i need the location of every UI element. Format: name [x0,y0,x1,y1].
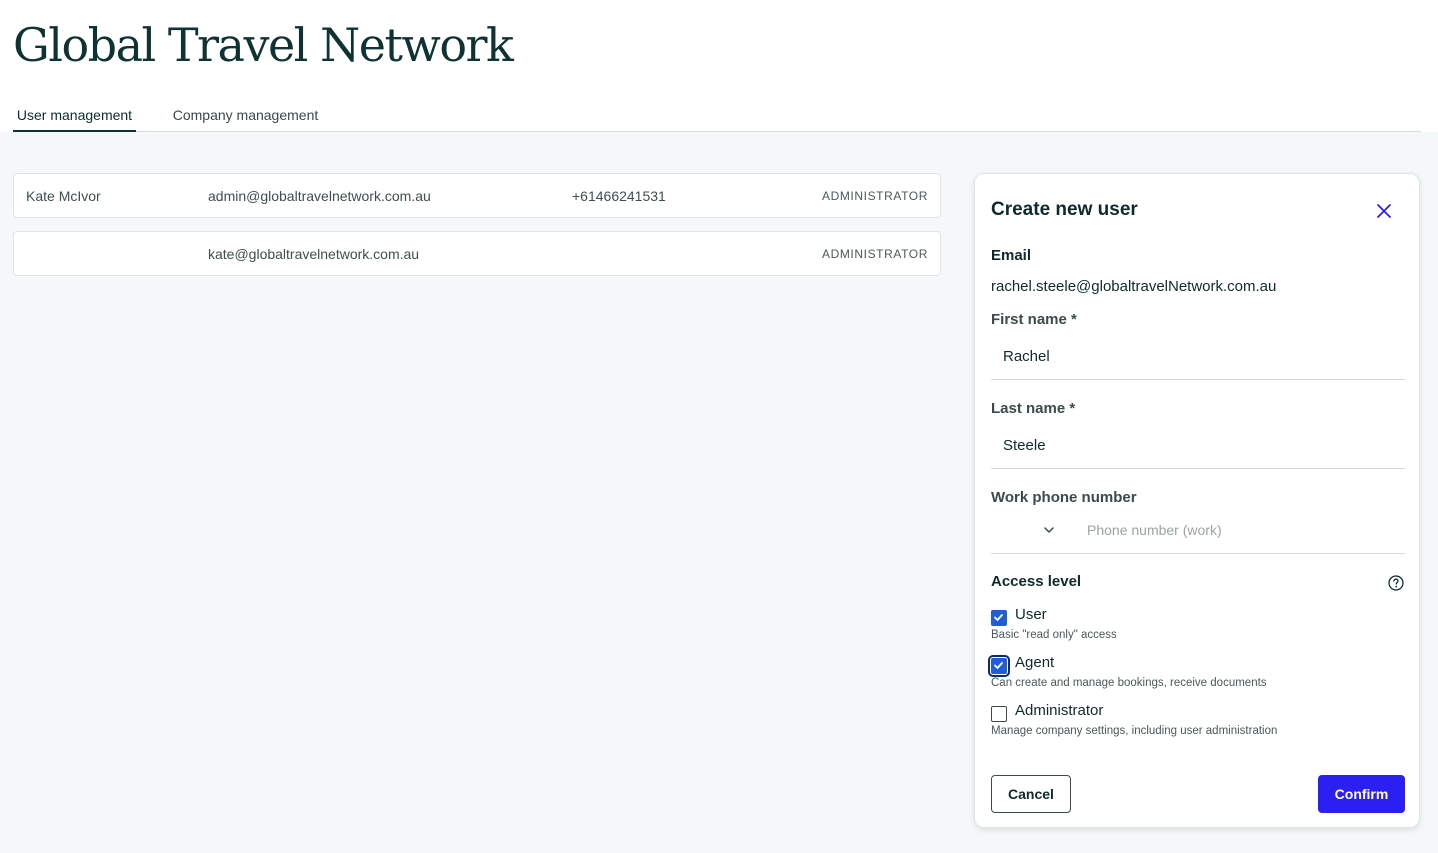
last-name-input[interactable] [991,423,1405,469]
access-level-title: Access level [991,573,1082,590]
access-option-user: User Basic "read only" access [991,606,1405,646]
tab-user-management[interactable]: User management [13,100,136,132]
panel-title: Create new user [991,199,1138,220]
user-row[interactable]: kate@globaltravelnetwork.com.au ADMINIST… [13,231,941,276]
user-row[interactable]: Kate McIvor admin@globaltravelnetwork.co… [13,173,941,218]
first-name-input[interactable] [991,334,1405,380]
phone-field [991,507,1405,554]
agent-option-desc: Can create and manage bookings, receive … [991,677,1267,689]
agent-checkbox[interactable] [988,655,1010,677]
chevron-down-icon [1044,527,1054,533]
country-code-select[interactable] [991,507,1063,553]
close-icon [1377,204,1391,218]
cancel-button[interactable]: Cancel [991,775,1071,813]
header: Global Travel Network User management Co… [0,0,1438,132]
last-name-label: Last name * [991,400,1076,417]
brand-logo: Global Travel Network [13,18,514,72]
email-label: Email [991,247,1032,264]
phone-label: Work phone number [991,489,1137,506]
user-role: ADMINISTRATOR [821,189,928,203]
user-phone: +61466241531 [572,188,666,204]
first-name-label: First name * [991,311,1077,328]
checkmark-icon [994,614,1003,621]
user-option-desc: Basic "read only" access [991,629,1117,641]
confirm-button[interactable]: Confirm [1318,775,1405,813]
checkmark-icon [994,662,1003,669]
help-button[interactable] [1387,574,1405,592]
tab-company-management[interactable]: Company management [172,100,319,132]
close-button[interactable] [1373,200,1395,222]
agent-option-label[interactable]: Agent [1015,654,1054,671]
create-user-panel: Create new user Email rachel.steele@glob… [974,173,1420,828]
user-checkbox[interactable] [991,610,1007,626]
administrator-option-label[interactable]: Administrator [1015,702,1103,719]
user-option-label[interactable]: User [1015,606,1047,623]
access-option-agent: Agent Can create and manage bookings, re… [988,654,1405,694]
user-name: Kate McIvor [26,188,101,204]
user-role: ADMINISTRATOR [821,247,928,261]
user-email: admin@globaltravelnetwork.com.au [208,188,431,204]
tab-bar: User management Company management [13,100,1421,132]
user-email: kate@globaltravelnetwork.com.au [208,246,420,262]
email-value: rachel.steele@globaltravelNetwork.com.au [991,278,1277,295]
phone-input[interactable] [1075,507,1405,553]
administrator-checkbox[interactable] [991,706,1007,722]
help-circle-icon [1388,575,1404,591]
administrator-option-desc: Manage company settings, including user … [991,725,1278,737]
access-option-administrator: Administrator Manage company settings, i… [991,702,1405,742]
